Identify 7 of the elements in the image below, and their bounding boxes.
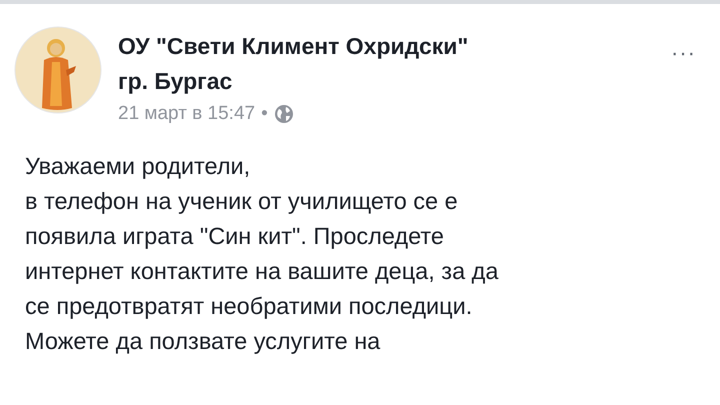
more-options-button[interactable]: ··· xyxy=(671,40,696,66)
globe-icon xyxy=(274,104,294,124)
page-name[interactable]: ОУ "Свети Климент Охридски" xyxy=(118,29,656,64)
page-name[interactable]: гр. Бургас xyxy=(118,64,656,99)
avatar-icon xyxy=(14,26,102,114)
post-text: Уважаеми родители, в телефон на ученик от училището се е появила играта "Син кит". Проследете интернет контактите на вашите деца, за да се предотвратят необратими последици. Можете да ползвате услугите на xyxy=(24,152,500,356)
separator-dot: • xyxy=(261,103,268,125)
